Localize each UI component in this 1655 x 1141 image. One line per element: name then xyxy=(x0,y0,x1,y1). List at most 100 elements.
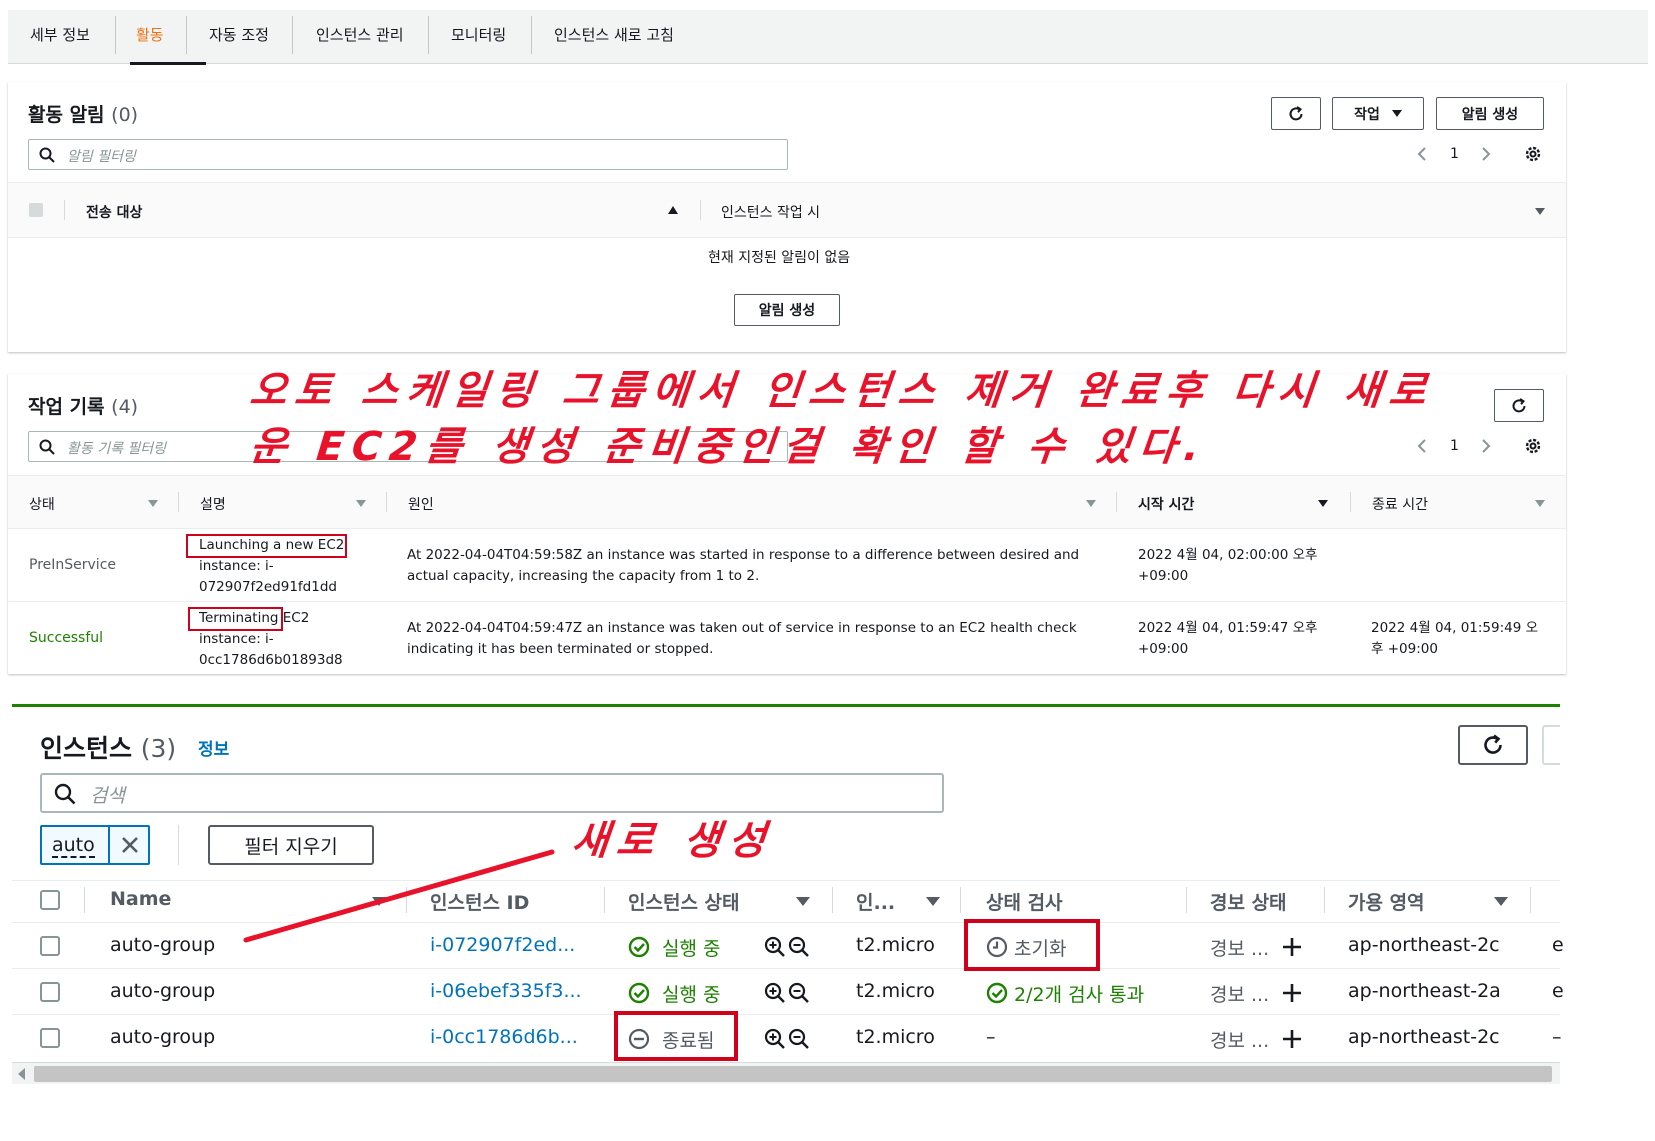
chevron-right-icon[interactable] xyxy=(1480,438,1492,454)
scroll-left-icon[interactable] xyxy=(18,1068,25,1080)
divider xyxy=(8,528,1566,529)
more-button[interactable] xyxy=(1542,725,1560,765)
history-refresh-button[interactable] xyxy=(1494,389,1544,422)
instance-name: auto-group xyxy=(110,934,216,956)
filter-token-label[interactable]: auto xyxy=(52,834,95,858)
column-header-alarm-status[interactable]: 경보 상태 xyxy=(1210,888,1287,915)
column-header-target[interactable]: 전송 대상 xyxy=(86,202,142,222)
chevron-right-icon[interactable] xyxy=(1480,146,1492,162)
instances-refresh-button[interactable] xyxy=(1458,725,1528,765)
column-divider xyxy=(960,887,961,913)
close-icon xyxy=(122,837,138,853)
highlight-box xyxy=(188,607,283,631)
alerts-count: (0) xyxy=(111,104,139,126)
instance-type: t2.micro xyxy=(856,980,935,1002)
empty-create-alert-button[interactable]: 알림 생성 xyxy=(734,294,840,326)
sort-icon[interactable] xyxy=(796,897,810,906)
column-header-start-time[interactable]: 시작 시간 xyxy=(1138,494,1194,514)
row-checkbox[interactable] xyxy=(40,936,60,956)
row-checkbox[interactable] xyxy=(40,1028,60,1048)
zoom-icons[interactable] xyxy=(764,1028,810,1050)
zoom-icons[interactable] xyxy=(764,936,810,958)
divider xyxy=(12,1014,1560,1015)
instance-id-link[interactable]: i-06ebef335f3... xyxy=(430,980,582,1002)
instance-state: 실행 중 xyxy=(662,938,721,960)
zoom-icons[interactable] xyxy=(764,982,810,1004)
tab-monitoring[interactable]: 모니터링 xyxy=(451,24,506,45)
row-start-time: +09:00 xyxy=(1138,641,1189,657)
history-count: (4) xyxy=(111,396,139,418)
empty-create-alert-label: 알림 생성 xyxy=(758,303,816,319)
column-header-end-time[interactable]: 종료 시간 xyxy=(1372,494,1428,514)
divider xyxy=(12,968,1560,969)
column-divider xyxy=(1350,492,1351,512)
gear-icon[interactable] xyxy=(1524,437,1542,455)
column-header-status-check[interactable]: 상태 검사 xyxy=(986,888,1063,915)
plus-icon[interactable] xyxy=(1282,1029,1302,1049)
select-all-checkbox[interactable] xyxy=(29,203,43,217)
tab-details[interactable]: 세부 정보 xyxy=(30,24,90,45)
search-icon xyxy=(39,439,55,455)
sort-icon[interactable] xyxy=(1535,500,1545,507)
column-header-availability-zone[interactable]: 가용 영역 xyxy=(1348,888,1425,915)
history-heading: 작업 기록 (4) xyxy=(28,392,138,419)
chevron-left-icon[interactable] xyxy=(1416,438,1428,454)
column-divider xyxy=(1186,887,1187,913)
column-header-instance-type[interactable]: 인... xyxy=(856,888,895,915)
actions-dropdown[interactable]: 작업 xyxy=(1332,97,1424,130)
refresh-icon xyxy=(1512,397,1526,412)
column-header-cause[interactable]: 원인 xyxy=(408,494,434,514)
sort-icon[interactable] xyxy=(1086,500,1096,507)
tab-instance-management[interactable]: 인스턴스 관리 xyxy=(316,24,404,45)
row-description-line: instance: i- xyxy=(199,558,274,574)
sort-descending-icon[interactable] xyxy=(1318,500,1328,507)
remove-filter-button[interactable] xyxy=(108,827,150,863)
row-checkbox[interactable] xyxy=(40,982,60,1002)
info-link[interactable]: 정보 xyxy=(198,735,229,760)
refresh-button[interactable] xyxy=(1271,97,1321,130)
column-header-status[interactable]: 상태 xyxy=(29,494,55,514)
tab-divider xyxy=(531,16,532,54)
sort-icon[interactable] xyxy=(356,500,366,507)
create-alert-button[interactable]: 알림 생성 xyxy=(1436,97,1544,130)
gear-icon[interactable] xyxy=(1524,145,1542,163)
column-divider xyxy=(84,887,85,913)
search-icon xyxy=(39,147,55,163)
column-header-instance-state[interactable]: 인스턴스 상태 xyxy=(628,888,740,915)
column-divider xyxy=(178,492,179,512)
tab-auto-scaling[interactable]: 자동 조정 xyxy=(209,24,269,45)
sort-icon[interactable] xyxy=(1494,897,1508,906)
select-all-checkbox[interactable] xyxy=(40,890,60,910)
instance-id-link[interactable]: i-0cc1786d6b... xyxy=(430,1026,578,1048)
history-filter-placeholder: 활동 기록 필터링 xyxy=(67,441,167,457)
actions-label: 작업 xyxy=(1354,106,1380,123)
annotation-text: 오토 스케일링 그룹에서 인스턴스 제거 완료후 다시 새로 xyxy=(247,368,1437,414)
sort-icon[interactable] xyxy=(926,897,940,906)
horizontal-scrollbar[interactable] xyxy=(12,1062,1560,1084)
sort-icon[interactable] xyxy=(1535,208,1545,215)
column-header-name[interactable]: Name xyxy=(110,888,171,910)
instance-search-input[interactable]: 검색 xyxy=(40,773,944,813)
column-header-instance-action[interactable]: 인스턴스 작업 시 xyxy=(721,202,820,222)
alert-filter-placeholder: 알림 필터링 xyxy=(67,149,136,165)
alerts-title: 활동 알림 xyxy=(28,104,105,126)
row-description-line: instance: i- xyxy=(199,631,274,647)
annotation-arrow xyxy=(243,849,555,943)
plus-icon[interactable] xyxy=(1282,937,1302,957)
history-page-number[interactable]: 1 xyxy=(1450,438,1459,454)
sort-ascending-icon[interactable] xyxy=(668,206,678,214)
check-circle-icon xyxy=(628,982,650,1004)
tab-activity[interactable]: 활동 xyxy=(136,24,164,45)
history-title: 작업 기록 xyxy=(28,396,105,418)
alert-filter-input[interactable]: 알림 필터링 xyxy=(28,139,788,170)
divider xyxy=(8,237,1566,238)
sort-icon[interactable] xyxy=(148,500,158,507)
scrollbar-thumb[interactable] xyxy=(34,1066,1552,1082)
plus-icon[interactable] xyxy=(1282,983,1302,1003)
row-status: PreInService xyxy=(29,557,117,573)
column-header-description[interactable]: 설명 xyxy=(200,494,226,514)
column-divider xyxy=(832,887,833,913)
alerts-page-number[interactable]: 1 xyxy=(1450,146,1459,162)
tab-instance-refresh[interactable]: 인스턴스 새로 고침 xyxy=(554,24,674,45)
chevron-left-icon[interactable] xyxy=(1416,146,1428,162)
